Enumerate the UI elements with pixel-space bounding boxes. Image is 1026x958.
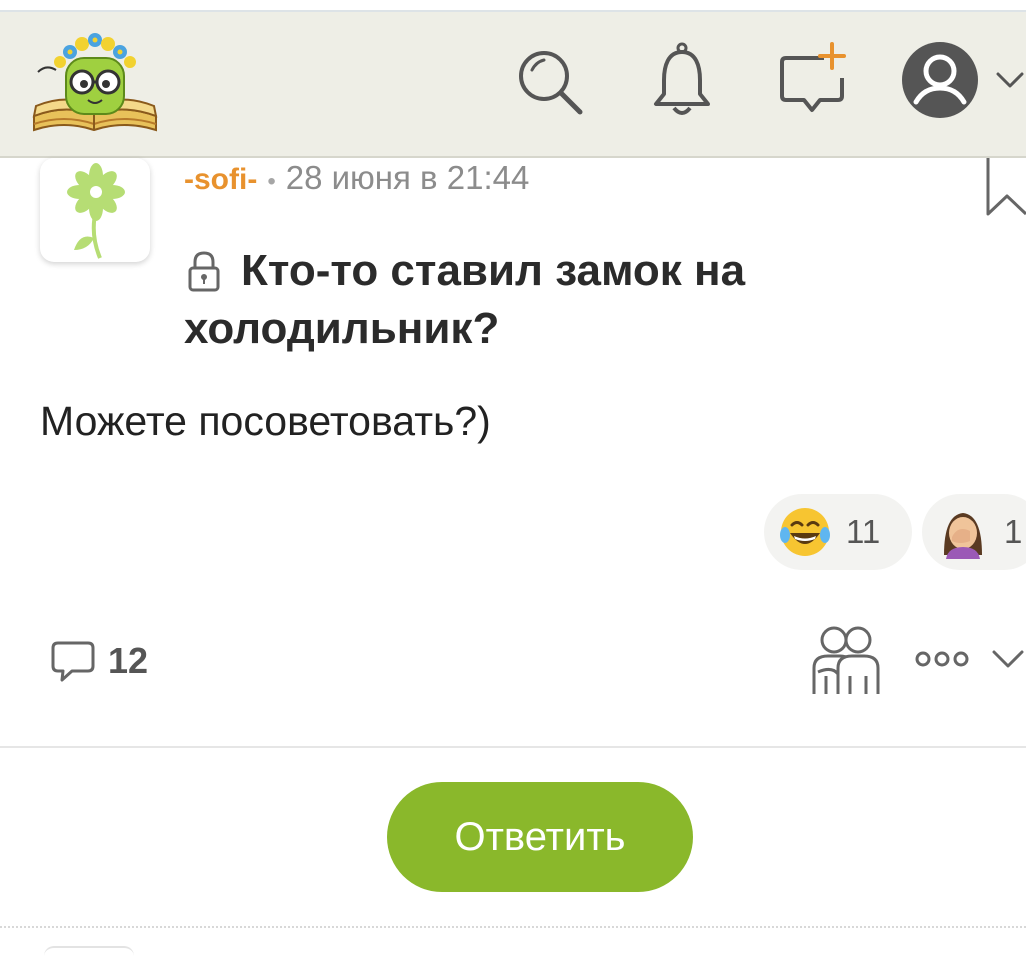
new-post-icon[interactable] xyxy=(778,38,850,122)
reaction-laughing[interactable]: 11 xyxy=(764,494,912,570)
reaction-count: 1 xyxy=(1004,513,1023,550)
next-post-avatar xyxy=(44,946,134,958)
reply-button[interactable]: Ответить xyxy=(387,782,693,892)
post-meta: -sofi- • 28 июня в 21:44 xyxy=(184,158,529,198)
comments-button[interactable]: 12 xyxy=(50,636,148,686)
more-options-icon[interactable] xyxy=(914,644,970,674)
expand-chevron-icon[interactable] xyxy=(990,644,1026,674)
section-divider xyxy=(0,926,1026,928)
post-body: Можете посоветовать?) xyxy=(40,398,491,444)
post-divider xyxy=(0,746,1026,748)
chevron-down-icon[interactable] xyxy=(994,68,1026,92)
user-avatar-icon[interactable] xyxy=(900,40,980,120)
laughing-tears-emoji xyxy=(780,508,830,556)
daisy-flower-icon xyxy=(67,163,125,259)
bookworm-logo-icon[interactable] xyxy=(30,28,160,140)
post-card: -sofi- • 28 июня в 21:44 Кто-то ставил зам… xyxy=(0,158,1026,954)
author-name[interactable]: -sofi- xyxy=(184,163,257,196)
facepalm-emoji xyxy=(944,513,982,559)
reaction-facepalm[interactable]: 1 xyxy=(922,494,1026,570)
author-avatar[interactable] xyxy=(40,158,150,262)
top-status-line xyxy=(0,0,1026,12)
post-date: 28 июня в 21:44 xyxy=(285,159,530,196)
friends-icon[interactable] xyxy=(808,624,882,696)
comments-count: 12 xyxy=(108,640,149,681)
bookmark-icon[interactable] xyxy=(985,158,1026,220)
meta-separator: • xyxy=(267,168,276,195)
post-title[interactable]: Кто-то ставил замок на холодильник? xyxy=(184,242,944,358)
bell-icon[interactable] xyxy=(646,38,718,122)
search-icon[interactable] xyxy=(514,38,586,122)
comment-icon xyxy=(51,641,95,682)
reaction-count: 11 xyxy=(846,513,881,550)
app-header xyxy=(0,12,1026,158)
